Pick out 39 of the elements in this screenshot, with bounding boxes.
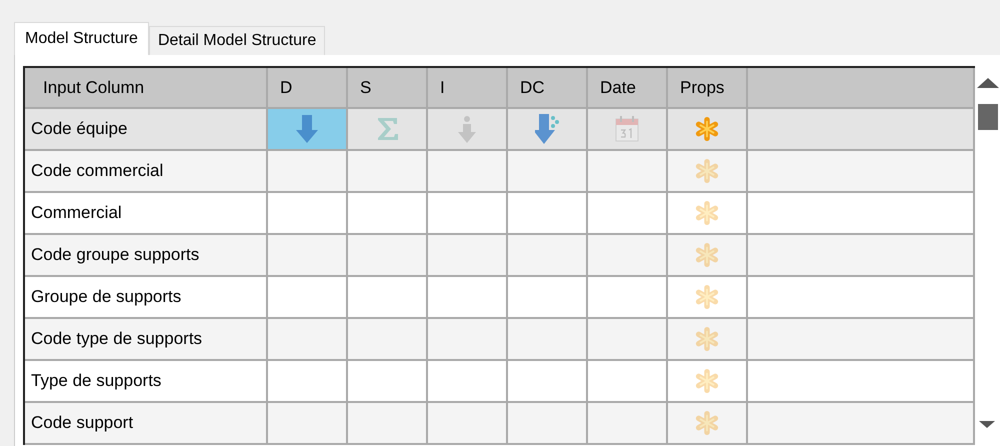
table-row[interactable]: Code commercial bbox=[25, 151, 976, 193]
table-cell: Code groupe supports bbox=[25, 235, 268, 277]
table-cell[interactable] bbox=[508, 235, 588, 277]
table-cell[interactable] bbox=[588, 235, 668, 277]
table-row[interactable]: Code équipe bbox=[25, 109, 976, 151]
tab[interactable]: Model Structure bbox=[14, 22, 149, 55]
table-cell[interactable] bbox=[268, 235, 348, 277]
table-cell[interactable] bbox=[668, 403, 748, 445]
table-cell: Code type de supports bbox=[25, 319, 268, 361]
table-cell: Code support bbox=[25, 403, 268, 445]
table-cell[interactable] bbox=[348, 319, 428, 361]
table-cell[interactable] bbox=[508, 151, 588, 193]
scroll-up-icon[interactable] bbox=[977, 78, 1000, 88]
table-row[interactable]: Code support bbox=[25, 403, 976, 445]
table-cell[interactable] bbox=[268, 403, 348, 445]
table-cell[interactable] bbox=[508, 319, 588, 361]
table-cell[interactable] bbox=[428, 403, 508, 445]
table-row[interactable]: Code groupe supports bbox=[25, 235, 976, 277]
selected-cell[interactable] bbox=[268, 109, 348, 151]
table-cell[interactable] bbox=[428, 151, 508, 193]
table-cell[interactable] bbox=[668, 235, 748, 277]
scroll-down-icon[interactable] bbox=[979, 421, 996, 428]
table-cell[interactable] bbox=[348, 151, 428, 193]
table-cell[interactable] bbox=[428, 319, 508, 361]
table-cell[interactable] bbox=[428, 235, 508, 277]
table-cell: Code commercial bbox=[25, 151, 268, 193]
table-cell[interactable] bbox=[348, 235, 428, 277]
table-cell[interactable] bbox=[588, 403, 668, 445]
table-cell[interactable] bbox=[268, 319, 348, 361]
table-cell[interactable] bbox=[668, 319, 748, 361]
table-cell[interactable] bbox=[348, 403, 428, 445]
table-cell[interactable] bbox=[508, 403, 588, 445]
table-cell[interactable] bbox=[588, 151, 668, 193]
table-cell[interactable] bbox=[668, 151, 748, 193]
scrollbar-thumb[interactable] bbox=[978, 104, 998, 130]
table-cell[interactable] bbox=[588, 319, 668, 361]
table-row[interactable]: Code type de supports bbox=[25, 319, 976, 361]
tab[interactable]: Detail Model Structure bbox=[148, 26, 326, 55]
table-cell[interactable] bbox=[268, 151, 348, 193]
